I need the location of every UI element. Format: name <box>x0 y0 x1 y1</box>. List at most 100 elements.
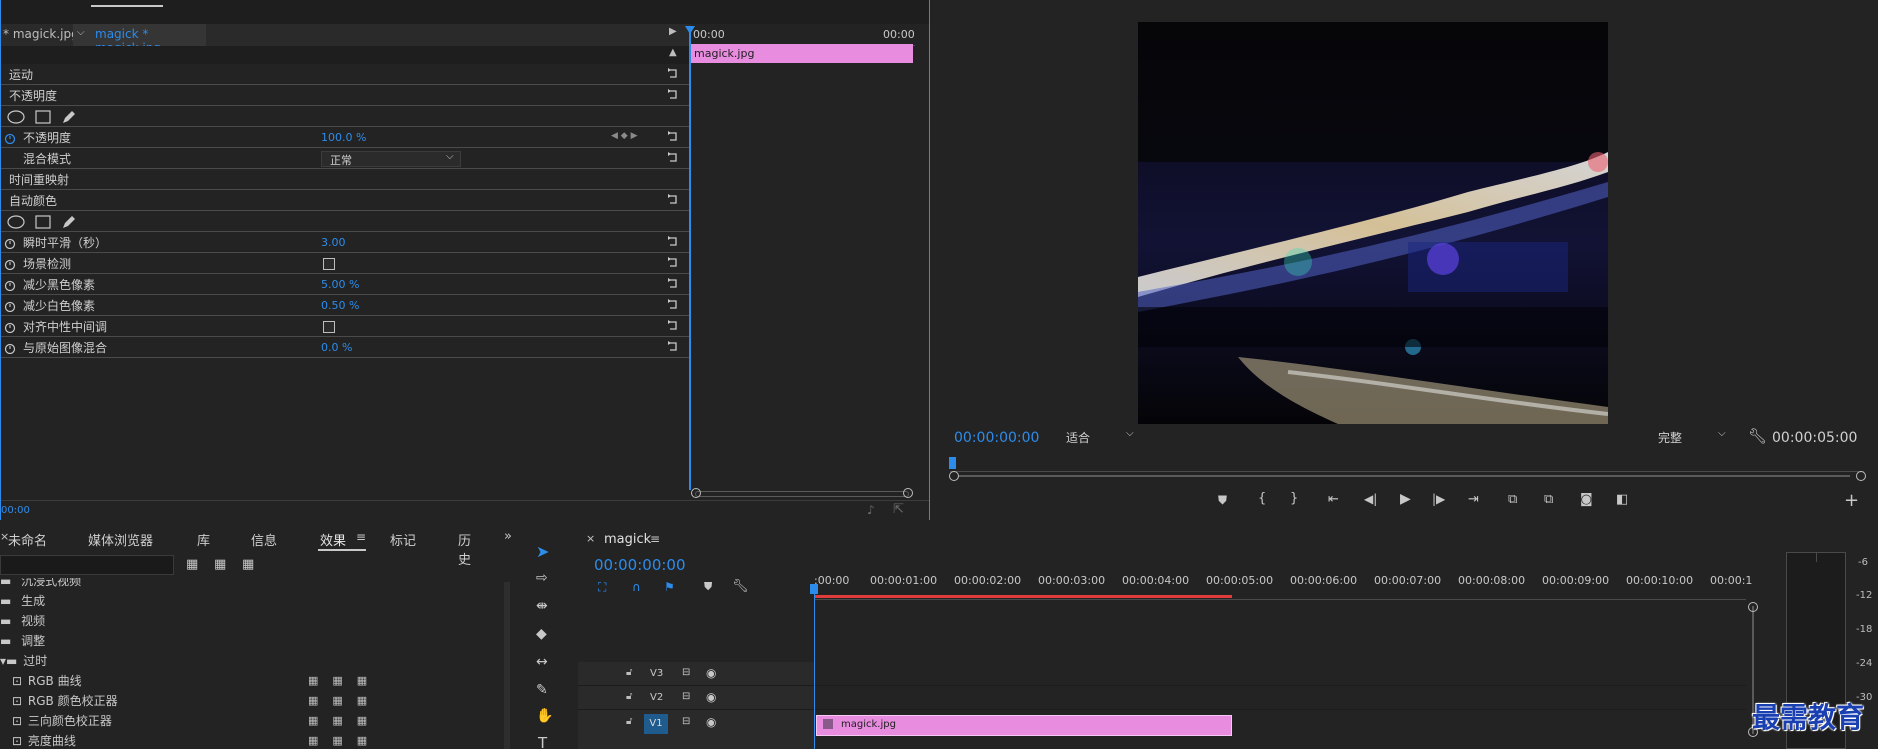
program-video-frame[interactable] <box>1138 22 1608 424</box>
snap-neutral-checkbox[interactable] <box>323 321 335 333</box>
scrollbar-handle-left[interactable] <box>949 471 959 481</box>
program-timecode[interactable]: 00:00:00:00 <box>954 430 1039 446</box>
lift-icon[interactable]: ⧉ <box>1508 492 1517 507</box>
ellipse-mask-icon[interactable] <box>7 110 25 124</box>
track-select-tool-icon[interactable]: ⇨ <box>536 570 558 592</box>
row-motion[interactable]: 运动 <box>1 65 691 85</box>
tab-effects[interactable]: 效果 <box>320 530 346 549</box>
add-marker-icon[interactable]: ⛊ <box>1218 493 1227 508</box>
sequence-tab[interactable]: magick <box>604 532 651 547</box>
wrench-icon[interactable]: 🔧︎ <box>1748 427 1767 445</box>
row-auto-color[interactable]: 自动颜色 <box>1 191 691 211</box>
more-tabs-icon[interactable]: » <box>504 529 512 544</box>
reset-icon[interactable] <box>666 256 680 270</box>
row-opacity[interactable]: 不透明度 100.0 % ◀ ◆ ▶ <box>1 128 691 148</box>
collapse-arrow-icon[interactable]: ▲ <box>669 47 677 58</box>
row-white-clip[interactable]: 减少白色像素 0.50 % <box>1 296 691 316</box>
extract-icon[interactable]: ⧉ <box>1544 492 1553 507</box>
temporal-value[interactable]: 3.00 <box>321 236 346 249</box>
pen-tool-icon[interactable]: ✎ <box>536 682 558 704</box>
effect-luma-curve[interactable]: ⊡ 亮度曲线 <box>12 732 76 749</box>
tree-folder-video[interactable]: ▬ 视频 <box>0 612 45 629</box>
stopwatch-active-icon[interactable] <box>4 132 16 144</box>
fit-select[interactable]: 适合 ⌵ <box>1058 428 1142 446</box>
audio-loop-icon[interactable]: ♪ <box>867 503 875 517</box>
effect-rgb-color-corrector[interactable]: ⊡ RGB 颜色校正器 <box>12 692 118 709</box>
blend-original-value[interactable]: 0.0 % <box>321 341 352 354</box>
scrollbar-handle-right[interactable] <box>903 488 913 498</box>
scrollbar-handle-left[interactable] <box>691 488 701 498</box>
keyframe-nav-icon[interactable]: ◀ ◆ ▶ <box>611 131 638 141</box>
play-icon[interactable]: ▶ <box>1400 491 1411 507</box>
go-to-out-icon[interactable]: ⇥ <box>1468 492 1479 507</box>
tree-folder-adjust[interactable]: ▬ 调整 <box>0 632 45 649</box>
scrollbar-handle-right[interactable] <box>1856 471 1866 481</box>
stopwatch-icon[interactable] <box>4 258 16 270</box>
tab-info[interactable]: 信息 <box>251 530 277 549</box>
row-scene-detect[interactable]: 场景检测 <box>1 254 691 274</box>
white-clip-value[interactable]: 0.50 % <box>321 299 359 312</box>
tab-history[interactable]: 历史 <box>458 530 482 568</box>
work-area-bar[interactable] <box>814 595 1232 598</box>
tab-media-browser[interactable]: 媒体浏览器 <box>88 530 153 549</box>
eye-icon[interactable]: ◉ <box>706 690 716 704</box>
program-scrollbar[interactable] <box>958 475 1850 477</box>
ripple-edit-tool-icon[interactable]: ⇼ <box>536 598 558 620</box>
row-time-remap[interactable]: 时间重映射 <box>1 170 691 190</box>
go-to-in-icon[interactable]: ⇤ <box>1328 492 1339 507</box>
type-tool-icon[interactable]: T <box>538 734 560 749</box>
effects-scrollbar[interactable] <box>504 582 510 749</box>
timeline-playhead[interactable] <box>814 588 815 749</box>
ec-clip-bar[interactable]: magick.jpg <box>691 44 913 63</box>
track-target-v1[interactable]: V1 <box>644 714 668 734</box>
effect-three-way-corrector[interactable]: ⊡ 三向颜色校正器 <box>12 712 112 729</box>
reset-icon[interactable] <box>666 130 680 144</box>
stopwatch-icon[interactable] <box>4 342 16 354</box>
reset-icon[interactable] <box>666 319 680 333</box>
reset-icon[interactable] <box>666 151 680 165</box>
selection-tool-icon[interactable]: ➤ <box>536 542 558 564</box>
row-temporal-smoothing[interactable]: 瞬时平滑（秒） 3.00 <box>1 233 691 253</box>
tab-libraries[interactable]: 库 <box>197 530 210 549</box>
step-back-icon[interactable]: ◀| <box>1364 492 1377 506</box>
row-snap-neutral[interactable]: 对齐中性中间调 <box>1 317 691 337</box>
ec-playhead[interactable] <box>689 28 691 490</box>
pen-mask-icon[interactable] <box>61 109 77 125</box>
reset-icon[interactable] <box>666 193 680 207</box>
stopwatch-icon[interactable] <box>4 279 16 291</box>
source-tab-label[interactable]: * magick.jpg <box>3 27 79 41</box>
compare-icon[interactable]: ◧ <box>1616 492 1628 507</box>
lock-icon[interactable]: 🔓︎ <box>626 716 632 727</box>
effect-rgb-curves[interactable]: ⊡ RGB 曲线 <box>12 672 82 689</box>
stopwatch-icon[interactable] <box>4 321 16 333</box>
reset-icon[interactable] <box>666 235 680 249</box>
reset-icon[interactable] <box>666 67 680 81</box>
snap-icon[interactable]: ∩ <box>632 580 641 594</box>
accelerated-effects-icon[interactable]: ▦ <box>186 557 198 572</box>
yuv-effects-icon[interactable]: ▦ <box>242 557 254 572</box>
close-icon[interactable]: × <box>586 532 595 545</box>
row-blend-mode[interactable]: 混合模式 正常 ⌵ <box>1 149 691 169</box>
ec-timeline-ruler[interactable]: 00:00 00:00 <box>691 24 915 46</box>
step-forward-icon[interactable]: |▶ <box>1432 492 1445 506</box>
play-triangle-icon[interactable]: ▶ <box>669 26 677 37</box>
mark-out-icon[interactable]: } <box>1290 491 1298 506</box>
razor-tool-icon[interactable]: ◆ <box>536 626 558 648</box>
timeline-playhead-marker[interactable] <box>810 584 818 594</box>
program-ruler[interactable] <box>950 458 1864 472</box>
eye-icon[interactable]: ◉ <box>706 666 716 680</box>
tab-untitled[interactable]: 未命名 <box>8 530 47 549</box>
lock-icon[interactable]: 🔓︎ <box>626 691 632 702</box>
reset-icon[interactable] <box>666 88 680 102</box>
row-opacity-group[interactable]: 不透明度 <box>1 86 691 106</box>
effects-search-input[interactable] <box>0 555 174 575</box>
sync-icon[interactable]: ⊟ <box>682 691 690 702</box>
reset-icon[interactable] <box>666 277 680 291</box>
reset-icon[interactable] <box>666 340 680 354</box>
opacity-value[interactable]: 100.0 % <box>321 131 366 144</box>
quality-select[interactable]: 完整 ⌵ <box>1650 428 1734 446</box>
reset-icon[interactable] <box>666 298 680 312</box>
tree-folder-obsolete[interactable]: ▾▬ 过时 <box>0 652 47 669</box>
ellipse-mask-icon[interactable] <box>7 215 25 229</box>
eye-icon[interactable]: ◉ <box>706 715 716 729</box>
